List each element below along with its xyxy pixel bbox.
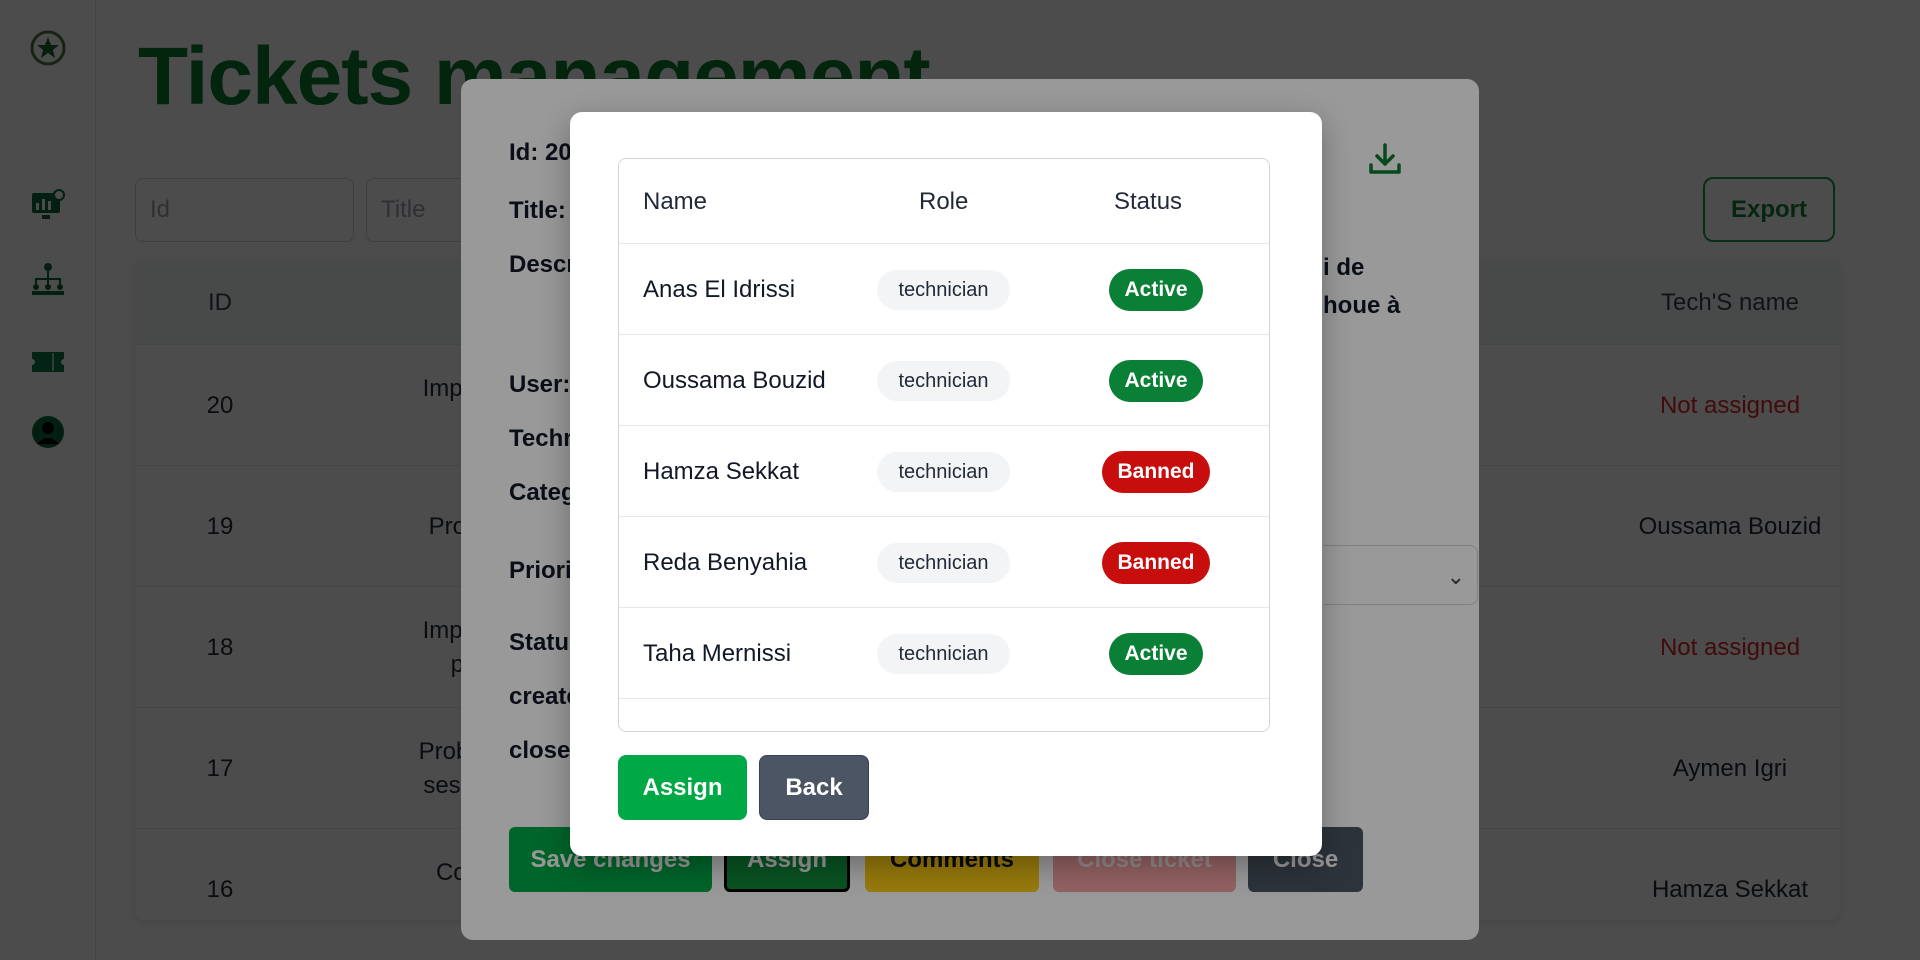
assign-button[interactable]: Assign <box>618 755 747 820</box>
assign-technician-modal: Name Role Status Anas El Idrissi technic… <box>570 112 1322 856</box>
status-badge: Banned <box>1102 542 1210 584</box>
technician-row[interactable]: Reda Benyahia technician Banned <box>619 517 1269 608</box>
role-badge: technician <box>877 634 1010 674</box>
back-button[interactable]: Back <box>759 755 869 820</box>
technician-name: Reda Benyahia <box>643 548 808 576</box>
role-badge: technician <box>877 361 1010 401</box>
status-badge: Active <box>1109 633 1203 675</box>
header-role: Role <box>919 187 969 215</box>
technicians-table: Name Role Status Anas El Idrissi technic… <box>618 158 1270 732</box>
technician-name: Anas El Idrissi <box>643 275 796 303</box>
technician-row[interactable]: Oussama Bouzid technician Active <box>619 335 1269 426</box>
technician-row[interactable]: Taha Mernissi technician Active <box>619 608 1269 699</box>
technician-row[interactable]: Hamza Sekkat technician Banned <box>619 426 1269 517</box>
status-badge: Active <box>1109 360 1203 402</box>
status-badge: Banned <box>1102 451 1210 493</box>
header-name: Name <box>643 187 708 215</box>
role-badge: technician <box>877 543 1010 583</box>
role-badge: technician <box>877 452 1010 492</box>
technicians-table-header: Name Role Status <box>619 159 1269 244</box>
status-badge: Active <box>1109 269 1203 311</box>
technician-name: Taha Mernissi <box>643 639 792 667</box>
technician-name: Oussama Bouzid <box>643 366 826 394</box>
technician-row[interactable]: Anas El Idrissi technician Active <box>619 244 1269 335</box>
role-badge: technician <box>877 270 1010 310</box>
technician-name: Hamza Sekkat <box>643 457 800 485</box>
header-status: Status <box>1114 187 1183 215</box>
